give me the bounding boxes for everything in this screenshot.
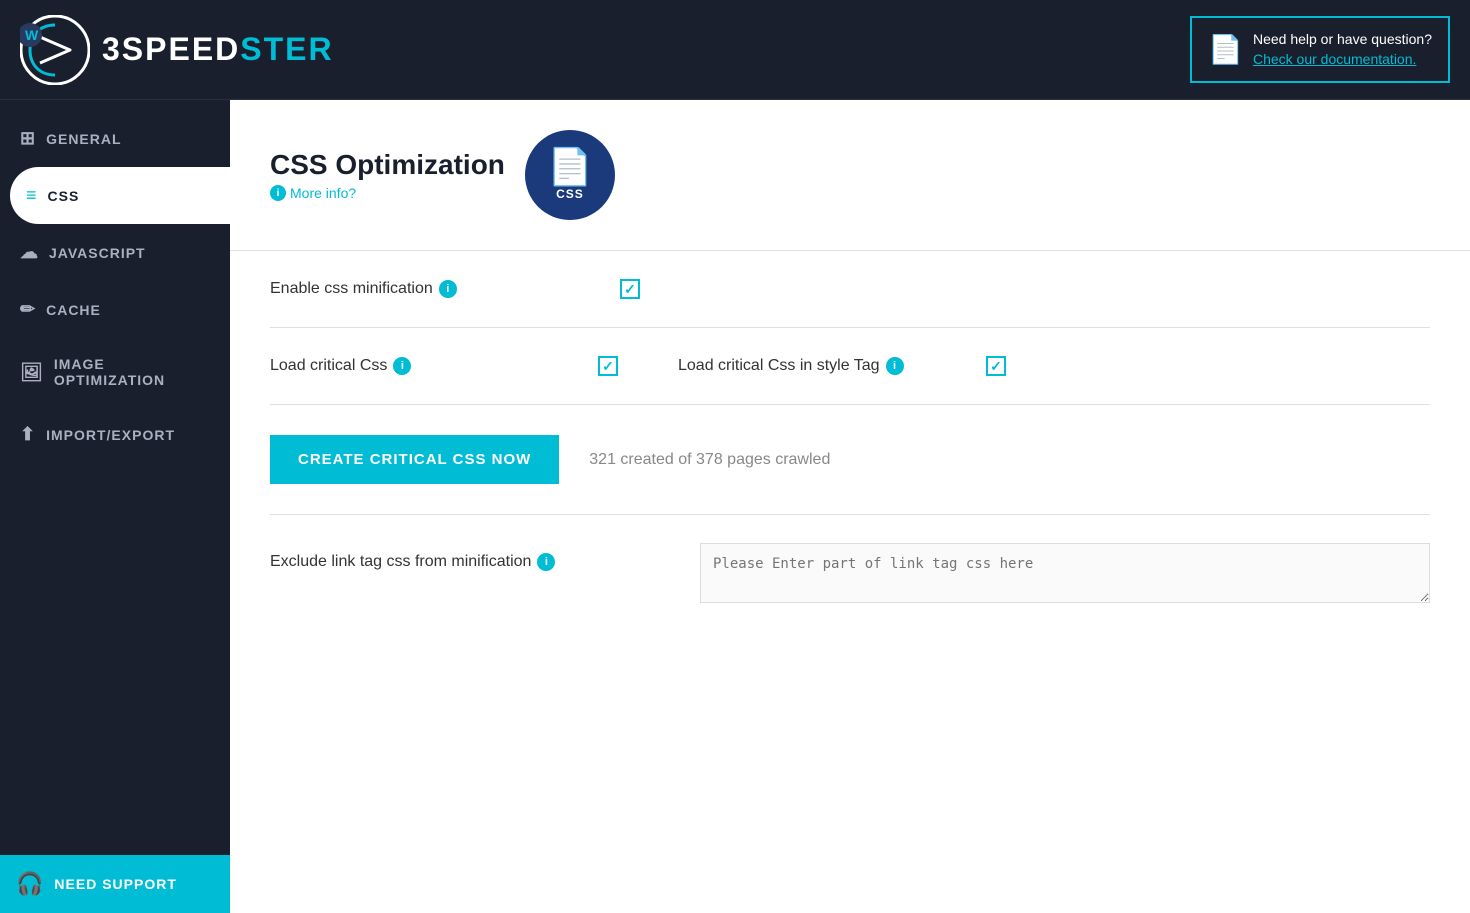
sidebar-item-cache[interactable]: ✏ CACHE: [0, 281, 230, 338]
sidebar-item-general[interactable]: ⊞ GENERAL: [0, 110, 230, 167]
crawl-info-text: 321 created of 378 pages crawled: [589, 451, 830, 469]
sidebar-item-javascript[interactable]: ☁ JAVASCRIPT: [0, 224, 230, 281]
sidebar-item-image-optimization[interactable]: 🖼 IMAGE OPTIMIZATION: [0, 338, 230, 406]
help-text: Need help or have question? Check our do…: [1253, 30, 1432, 69]
document-icon: 📄: [1208, 33, 1243, 66]
load-critical-style-tag-label: Load critical Css in style Tag i: [678, 357, 978, 375]
more-info-link[interactable]: i More info?: [270, 185, 505, 201]
css-minification-checkbox[interactable]: [620, 279, 640, 299]
css-minification-row: Enable css minification i: [270, 251, 1430, 328]
page-header: CSS Optimization i More info? 📄 CSS: [270, 130, 1430, 220]
import-export-icon: ⬆: [20, 424, 36, 445]
content-inner: CSS Optimization i More info? 📄 CSS Enab…: [230, 100, 1470, 661]
general-icon: ⊞: [20, 128, 36, 149]
logo-area: W 3SPEEDSTER: [20, 15, 334, 85]
cache-icon: ✏: [20, 299, 36, 320]
sidebar-item-css[interactable]: ≡ CSS: [10, 167, 230, 224]
exclude-css-textarea[interactable]: [700, 543, 1430, 603]
svg-text:W: W: [25, 27, 39, 43]
load-critical-css-label: Load critical Css i: [270, 357, 590, 375]
css-minification-info-icon[interactable]: i: [439, 280, 457, 298]
exclude-css-row: Exclude link tag css from minification i: [270, 515, 1430, 631]
need-support-button[interactable]: 🎧 NEED SUPPORT: [0, 855, 230, 913]
load-critical-css-row: Load critical Css i Load critical Css in…: [270, 328, 1430, 405]
create-css-button-row: CREATE CRITICAL CSS NOW 321 created of 3…: [270, 405, 1430, 515]
javascript-icon: ☁: [20, 242, 39, 263]
help-box: 📄 Need help or have question? Check our …: [1190, 16, 1450, 83]
css-minification-label: Enable css minification i: [270, 280, 620, 298]
load-critical-style-tag-col: Load critical Css in style Tag i: [678, 356, 1006, 376]
load-critical-css-checkbox[interactable]: [598, 356, 618, 376]
css-document-icon: 📄: [547, 149, 592, 185]
sidebar-item-import-export[interactable]: ⬆ IMPORT/EXPORT: [0, 406, 230, 463]
css-logo-circle: 📄 CSS: [525, 130, 615, 220]
documentation-link[interactable]: Check our documentation.: [1253, 51, 1416, 67]
sidebar: ⊞ GENERAL ≡ CSS ☁ JAVASCRIPT ✏ CACHE 🖼 I…: [0, 100, 230, 913]
logo-icon: W: [20, 15, 90, 85]
info-circle-icon: i: [270, 185, 286, 201]
headphones-icon: 🎧: [16, 871, 44, 897]
css-icon: ≡: [26, 185, 38, 206]
exclude-css-info-icon[interactable]: i: [537, 553, 555, 571]
image-icon: 🖼: [20, 362, 44, 383]
main-layout: ⊞ GENERAL ≡ CSS ☁ JAVASCRIPT ✏ CACHE 🖼 I…: [0, 100, 1470, 913]
exclude-css-label: Exclude link tag css from minification i: [270, 543, 670, 571]
app-header: W 3SPEEDSTER 📄 Need help or have questio…: [0, 0, 1470, 100]
page-title-area: CSS Optimization i More info?: [270, 149, 505, 201]
page-title: CSS Optimization: [270, 149, 505, 181]
load-critical-css-col: Load critical Css i: [270, 356, 678, 376]
css-badge-label: CSS: [556, 187, 584, 201]
logo-text: 3SPEEDSTER: [102, 31, 334, 68]
create-critical-css-button[interactable]: CREATE CRITICAL CSS NOW: [270, 435, 559, 484]
load-critical-style-tag-info-icon[interactable]: i: [886, 357, 904, 375]
load-critical-css-info-icon[interactable]: i: [393, 357, 411, 375]
content-area: CSS Optimization i More info? 📄 CSS Enab…: [230, 100, 1470, 913]
load-critical-style-tag-checkbox[interactable]: [986, 356, 1006, 376]
